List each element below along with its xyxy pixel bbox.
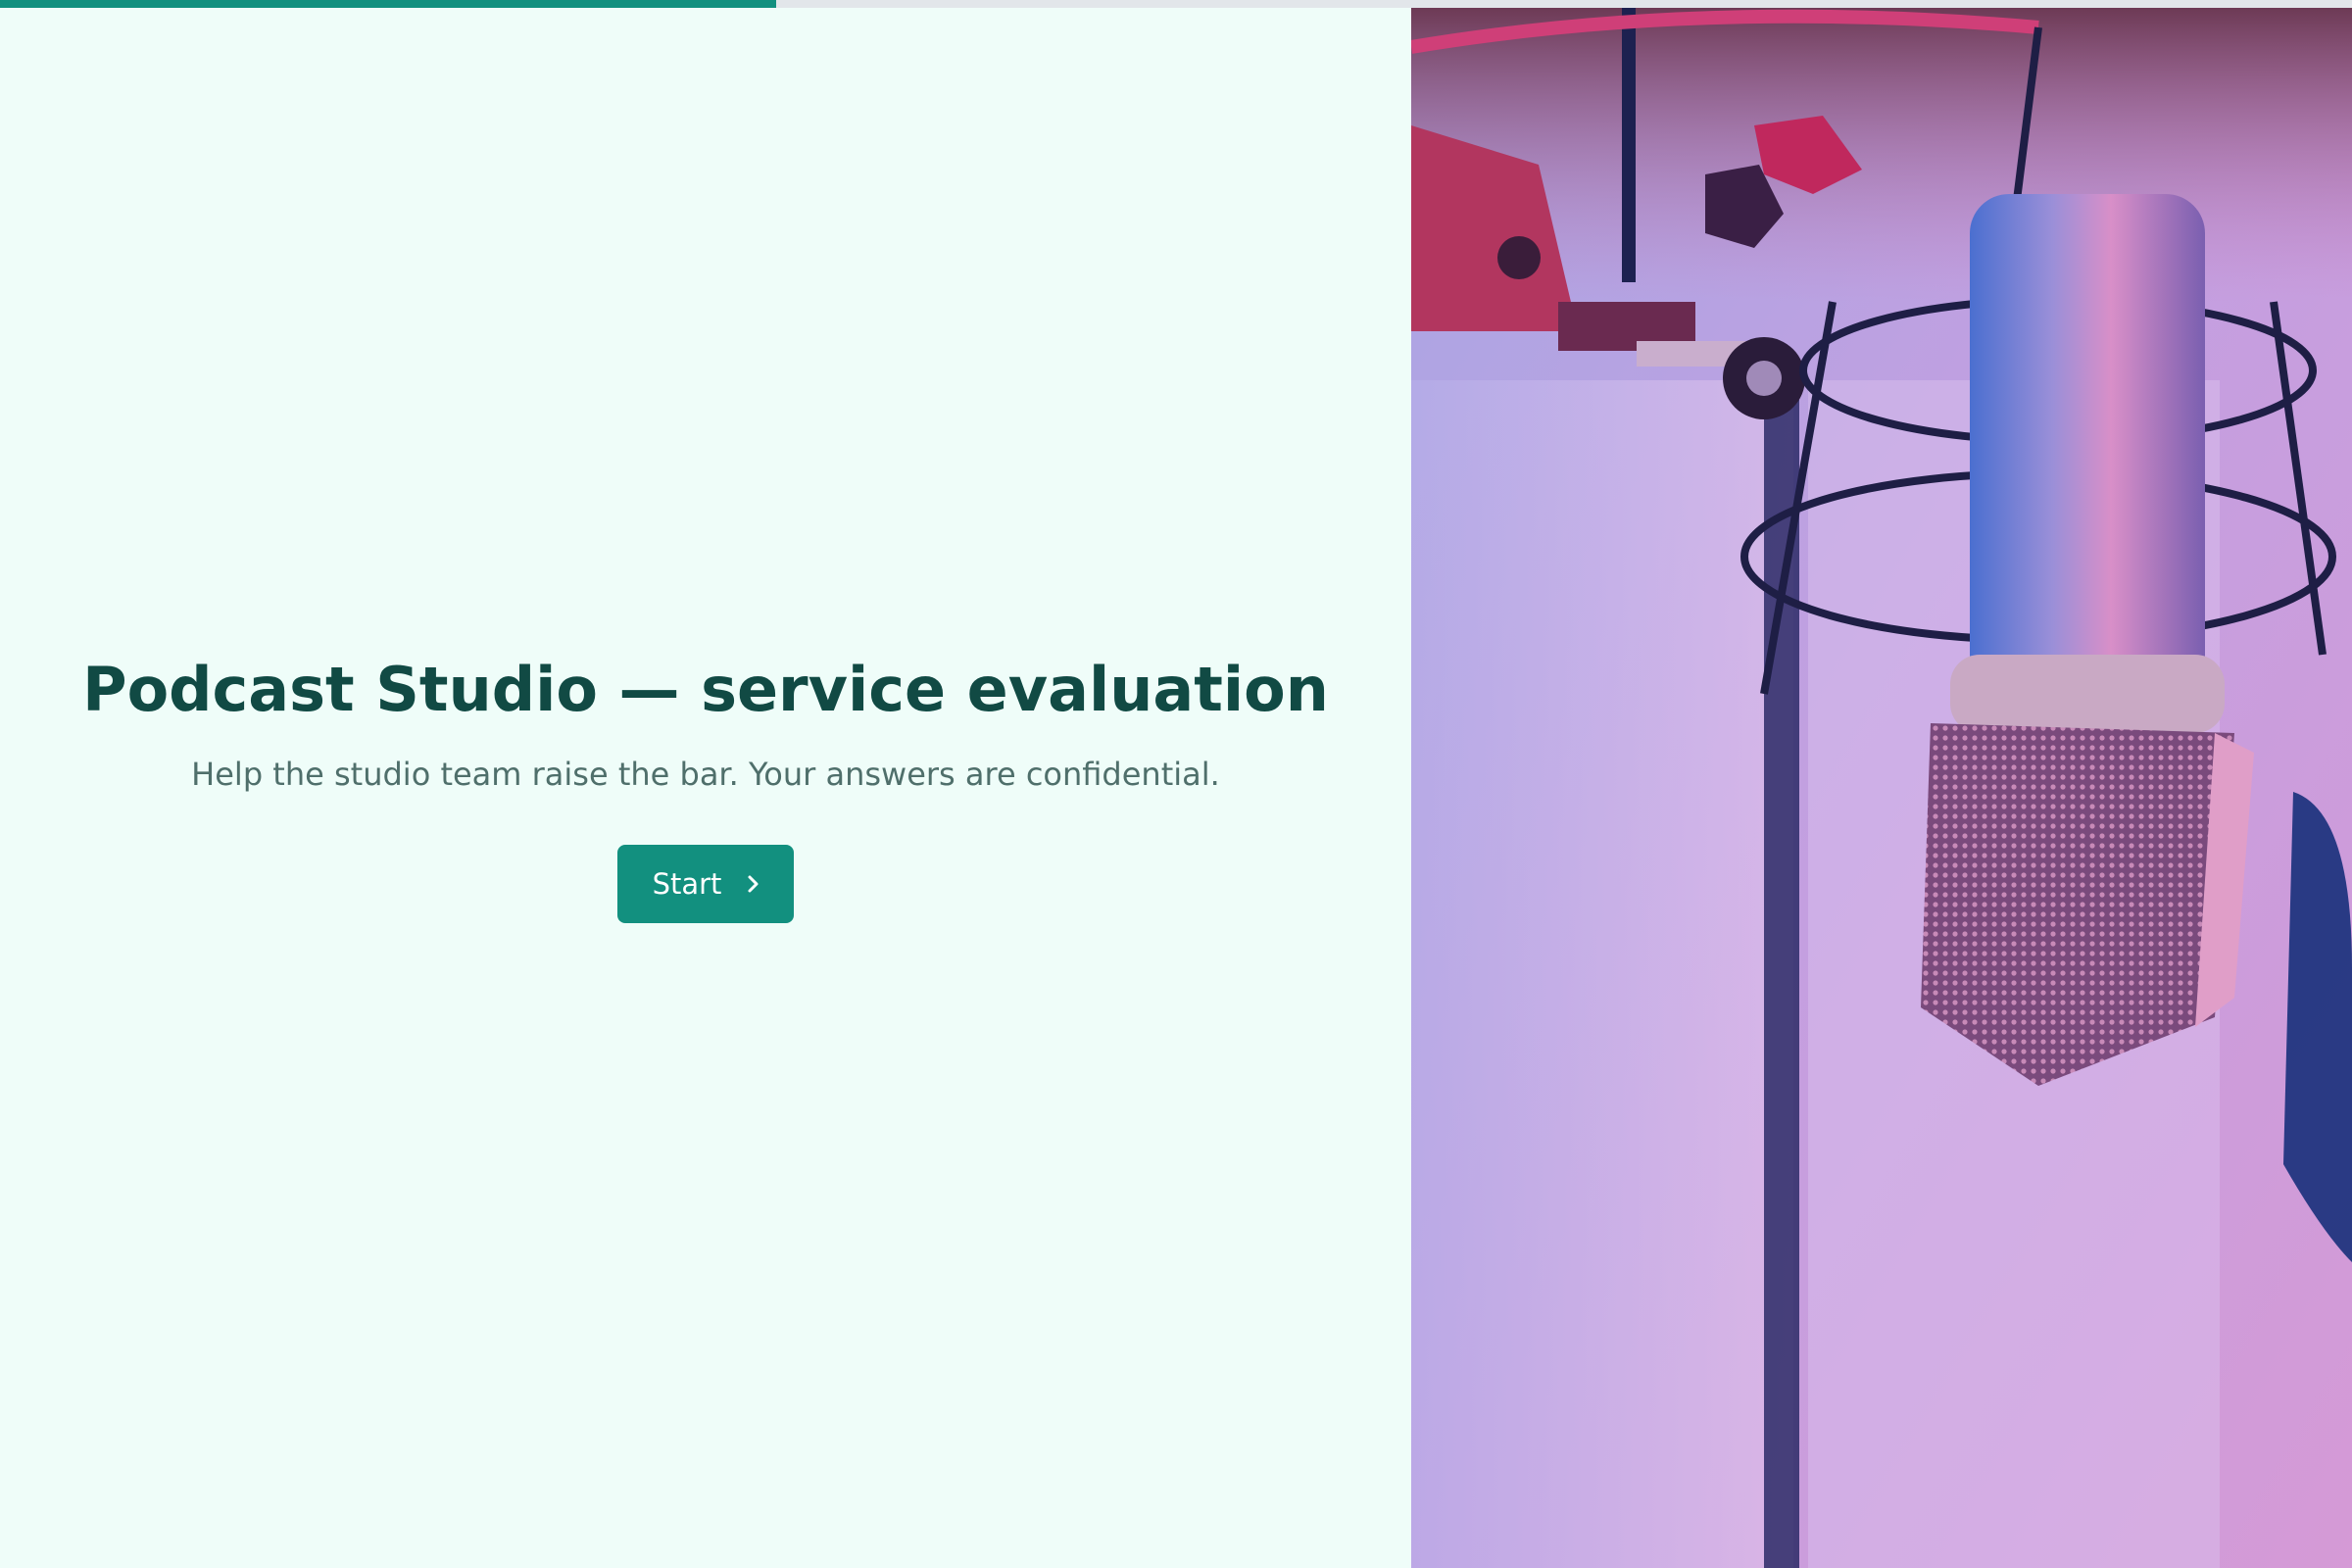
- microphone-photo: [1411, 8, 2352, 1568]
- progress-bar: [0, 0, 2352, 8]
- start-button[interactable]: Start: [617, 845, 794, 923]
- microphone-image: [1411, 8, 2352, 1568]
- welcome-screen: Podcast Studio — service evaluation Help…: [0, 645, 1411, 923]
- start-button-label: Start: [652, 867, 722, 901]
- chevron-right-icon: [745, 872, 762, 896]
- survey-title: Podcast Studio — service evaluation: [82, 654, 1329, 725]
- progress-bar-fill: [0, 0, 776, 8]
- welcome-pane: Podcast Studio — service evaluation Help…: [0, 8, 1411, 1568]
- survey-subtitle: Help the studio team raise the bar. Your…: [191, 756, 1220, 793]
